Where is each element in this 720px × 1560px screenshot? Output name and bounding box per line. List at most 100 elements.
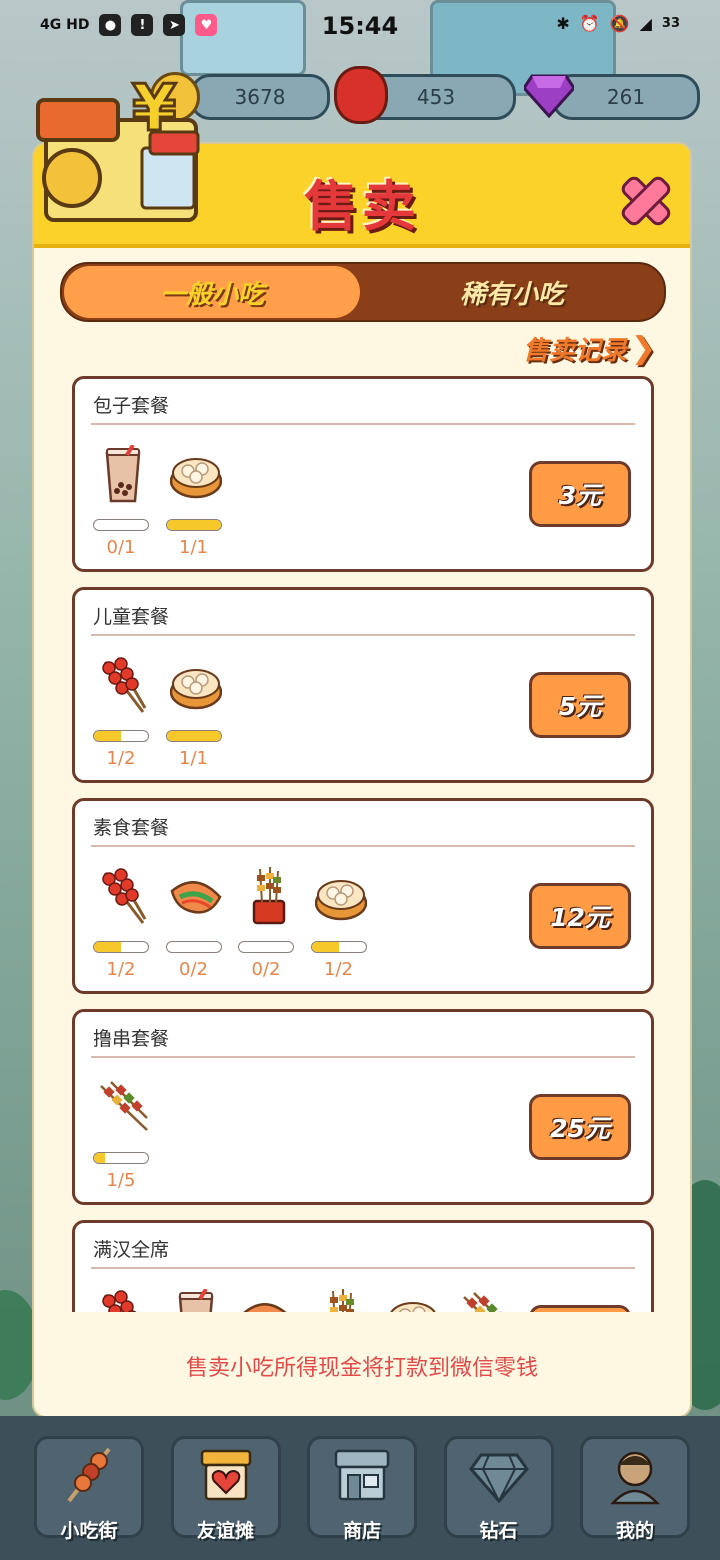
snack-item <box>456 1285 516 1312</box>
skewer-cup-icon <box>315 1289 367 1312</box>
snack-tabs: 一般小吃 稀有小吃 <box>60 262 666 322</box>
sell-price-button[interactable]: 12元 <box>529 883 631 949</box>
progress-bar <box>238 941 294 953</box>
progress-fill <box>94 731 121 741</box>
nav-label: 友谊摊 <box>196 1520 254 1542</box>
profile-icon <box>605 1445 665 1505</box>
set-card: 撸串套餐 1/5 25元 <box>72 1009 654 1205</box>
card-divider <box>91 634 635 636</box>
set-card: 包子套餐 0/1 1/1 3元 <box>72 376 654 572</box>
signal-icon: ◢ <box>639 14 652 33</box>
candied-haws-icon <box>97 867 149 925</box>
set-name: 素食套餐 <box>93 817 170 839</box>
tab-rare-snacks[interactable]: 稀有小吃 <box>362 264 662 320</box>
snack-item <box>238 1285 298 1312</box>
nav-item[interactable]: 商店 <box>307 1436 417 1542</box>
snack-item <box>311 1285 371 1312</box>
tab-common-snacks[interactable]: 一般小吃 <box>64 266 360 318</box>
set-name: 满汉全席 <box>93 1239 170 1261</box>
progress-bar <box>93 941 149 953</box>
nav-item[interactable]: 友谊摊 <box>170 1436 281 1542</box>
progress-count: 1/1 <box>179 537 208 558</box>
steamed-buns-icon <box>169 445 222 503</box>
snack-item <box>383 1285 443 1312</box>
lantern-icon <box>334 66 388 124</box>
sell-price-button[interactable]: 5元 <box>529 672 631 738</box>
set-list[interactable]: 包子套餐 0/1 1/1 3元 儿童套餐 1/2 1/1 5元 素食套餐 1/2 0/2 0/2 1/2… <box>70 376 654 1312</box>
diamond-icon <box>468 1445 529 1505</box>
alarm-icon: ⏰ <box>579 14 600 33</box>
progress-count: 0/2 <box>179 959 208 980</box>
set-name: 包子套餐 <box>93 395 170 417</box>
sell-modal: 售卖 一般小吃 稀有小吃 售卖记录 ❯ 包子套餐 0/1 1/1 3元 儿童套餐 1/2 1… <box>32 142 692 1418</box>
nav-item[interactable]: 小吃街 <box>34 1436 144 1542</box>
nav-item[interactable]: 钻石 <box>443 1436 554 1542</box>
card-divider <box>91 423 635 425</box>
skewer-nav-icon <box>59 1445 119 1505</box>
close-button[interactable] <box>618 172 674 229</box>
nav-label: 小吃街 <box>60 1520 118 1542</box>
candied-haws-icon <box>97 1289 149 1312</box>
steamed-buns-icon <box>314 867 367 925</box>
skewer-cup-icon <box>242 867 294 925</box>
progress-bar <box>165 519 222 531</box>
progress-count: 1/1 <box>179 748 208 769</box>
snack-item <box>166 1285 226 1312</box>
cash-payout-note: 售卖小吃所得现金将打款到微信零钱 <box>185 1356 538 1381</box>
nav-label: 钻石 <box>479 1520 518 1542</box>
progress-bar <box>165 941 222 953</box>
snack-item: 0/1 <box>93 441 153 561</box>
candied-haws-icon <box>97 656 149 714</box>
pancake-wrap-icon <box>170 867 222 925</box>
snack-item: 1/2 <box>310 863 371 983</box>
snack-item: 1/1 <box>165 652 226 772</box>
battery-level: 33 <box>661 16 680 31</box>
bubble-tea-icon <box>170 1287 222 1312</box>
card-divider <box>91 845 635 847</box>
progress-fill <box>94 1153 105 1163</box>
progress-fill <box>311 942 339 952</box>
progress-count: 0/2 <box>251 959 281 980</box>
pancake-wrap-icon <box>242 1289 294 1312</box>
stall-heart-icon <box>196 1445 256 1505</box>
sell-price-button[interactable] <box>529 1305 631 1312</box>
progress-count: 1/5 <box>106 1170 136 1191</box>
snack-item: 0/2 <box>165 863 226 983</box>
diamond-icon <box>522 70 576 119</box>
sell-price-button[interactable]: 3元 <box>529 461 631 527</box>
snack-item <box>93 1285 153 1312</box>
progress-count: 0/1 <box>106 537 136 558</box>
snack-shop-badge-icon: ¥ <box>32 60 212 230</box>
snack-item: 1/1 <box>165 441 226 561</box>
progress-bar <box>310 941 367 953</box>
progress-bar <box>165 730 222 742</box>
progress-fill <box>166 520 221 530</box>
nav-label: 商店 <box>342 1520 381 1542</box>
snack-item: 1/2 <box>93 863 153 983</box>
meat-skewer-icon <box>97 1078 149 1136</box>
bluetooth-icon: ✱ <box>556 14 570 33</box>
progress-bar <box>93 1152 149 1164</box>
bottom-nav: 小吃街 友谊摊 商店 钻石 我的 <box>0 1416 720 1560</box>
nav-label: 我的 <box>615 1520 654 1542</box>
progress-bar <box>93 730 149 742</box>
card-divider <box>91 1056 635 1058</box>
set-name: 撸串套餐 <box>93 1028 170 1050</box>
progress-count: 1/2 <box>324 959 353 980</box>
nav-item[interactable]: 我的 <box>580 1436 690 1542</box>
status-bar: 4G HD ● ! ➤ ♥ 15:44 ✱ ⏰ 🔕 ◢ 33 <box>0 0 720 56</box>
bubble-tea-icon <box>97 443 149 503</box>
progress-bar <box>93 519 149 531</box>
sell-price-button[interactable]: 25元 <box>529 1094 631 1160</box>
card-divider <box>91 1267 635 1269</box>
steamed-buns-icon <box>169 656 222 714</box>
set-card: 素食套餐 1/2 0/2 0/2 1/2 12元 <box>72 798 654 994</box>
sell-history-link[interactable]: 售卖记录 ❯ <box>523 330 656 367</box>
diamond-counter[interactable]: 261 <box>552 74 700 120</box>
steamed-buns-icon <box>387 1289 439 1312</box>
snack-item: 1/2 <box>93 652 153 772</box>
snack-item: 0/2 <box>238 863 298 983</box>
chevron-right-icon: ❯ <box>630 331 656 366</box>
progress-count: 1/2 <box>106 959 136 980</box>
meat-skewer-icon <box>460 1289 512 1312</box>
